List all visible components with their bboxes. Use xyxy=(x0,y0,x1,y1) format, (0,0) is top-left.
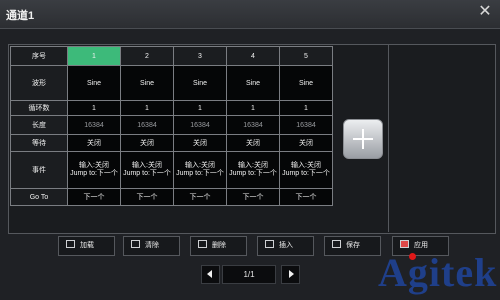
window-title: 通道1 xyxy=(6,10,35,22)
page-indicator: 1/1 xyxy=(222,265,276,284)
agitek-watermark: Agitek xyxy=(378,250,498,295)
apply-label: 应用 xyxy=(414,242,428,249)
column-header-5[interactable]: 5 xyxy=(279,46,333,66)
event-input-text: 输入:关闭 xyxy=(132,162,162,169)
insert-label: 插入 xyxy=(279,242,293,249)
cell-length-5: 16384 xyxy=(279,115,333,135)
cell-loops-5[interactable]: 1 xyxy=(279,100,333,116)
row-label-length: 长度 xyxy=(10,115,68,135)
previous-page-button[interactable] xyxy=(201,265,220,284)
cell-waveform-2[interactable]: Sine xyxy=(120,65,174,101)
event-jump-text: Jump to:下一个 xyxy=(176,170,224,177)
delete-button[interactable]: 删除 xyxy=(190,236,247,256)
column-header-2[interactable]: 2 xyxy=(120,46,174,66)
row-label-waveform: 波形 xyxy=(10,65,68,101)
delete-icon xyxy=(198,240,207,248)
apply-icon xyxy=(400,240,409,248)
cell-waveform-4[interactable]: Sine xyxy=(226,65,280,101)
save-icon xyxy=(332,240,341,248)
clear-label: 清除 xyxy=(145,242,159,249)
add-segment-button[interactable] xyxy=(343,119,383,159)
event-input-text: 输入:关闭 xyxy=(185,162,215,169)
clear-button[interactable]: 清除 xyxy=(123,236,180,256)
event-jump-text: Jump to:下一个 xyxy=(282,170,330,177)
next-page-button[interactable] xyxy=(281,265,300,284)
row-label-event: 事件 xyxy=(10,151,68,189)
row-label-loops: 循环数 xyxy=(10,100,68,116)
event-input-text: 输入:关闭 xyxy=(238,162,268,169)
table-header-row: 序号 1 2 3 4 5 xyxy=(10,46,333,66)
cell-length-4: 16384 xyxy=(226,115,280,135)
cell-waveform-5[interactable]: Sine xyxy=(279,65,333,101)
cell-goto-1[interactable]: 下一个 xyxy=(67,188,121,206)
cell-goto-3[interactable]: 下一个 xyxy=(173,188,227,206)
event-input-text: 输入:关闭 xyxy=(291,162,321,169)
event-jump-text: Jump to:下一个 xyxy=(70,170,118,177)
clear-icon xyxy=(131,240,140,248)
table-row-waveform: 波形 Sine Sine Sine Sine Sine xyxy=(10,65,333,101)
cell-loops-1[interactable]: 1 xyxy=(67,100,121,116)
panel-divider xyxy=(388,44,389,232)
table-row-length: 长度 16384 16384 16384 16384 16384 xyxy=(10,115,333,135)
row-label-wait: 等待 xyxy=(10,134,68,152)
cell-event-4[interactable]: 输入:关闭 Jump to:下一个 xyxy=(226,151,280,189)
cell-wait-3[interactable]: 关闭 xyxy=(173,134,227,152)
delete-label: 删除 xyxy=(212,242,226,249)
cell-wait-1[interactable]: 关闭 xyxy=(67,134,121,152)
cell-loops-2[interactable]: 1 xyxy=(120,100,174,116)
cell-wait-5[interactable]: 关闭 xyxy=(279,134,333,152)
cell-wait-4[interactable]: 关闭 xyxy=(226,134,280,152)
cell-event-3[interactable]: 输入:关闭 Jump to:下一个 xyxy=(173,151,227,189)
cell-event-1[interactable]: 输入:关闭 Jump to:下一个 xyxy=(67,151,121,189)
table-row-goto: Go To 下一个 下一个 下一个 下一个 下一个 xyxy=(10,188,333,206)
save-button[interactable]: 保存 xyxy=(324,236,381,256)
event-jump-text: Jump to:下一个 xyxy=(123,170,171,177)
insert-button[interactable]: 插入 xyxy=(257,236,314,256)
cell-waveform-3[interactable]: Sine xyxy=(173,65,227,101)
table-row-event: 事件 输入:关闭 Jump to:下一个 输入:关闭 Jump to:下一个 输入:… xyxy=(10,151,333,189)
load-label: 加载 xyxy=(80,242,94,249)
sequence-table: 序号 1 2 3 4 5 波形 Sine Sine Sine Sine Sine… xyxy=(10,46,333,206)
cell-loops-3[interactable]: 1 xyxy=(173,100,227,116)
column-header-label: 序号 xyxy=(10,46,68,66)
row-label-goto: Go To xyxy=(10,188,68,206)
column-header-4[interactable]: 4 xyxy=(226,46,280,66)
column-header-3[interactable]: 3 xyxy=(173,46,227,66)
cell-waveform-1[interactable]: Sine xyxy=(67,65,121,101)
cell-loops-4[interactable]: 1 xyxy=(226,100,280,116)
table-row-loops: 循环数 1 1 1 1 1 xyxy=(10,100,333,116)
watermark-dot xyxy=(409,253,416,260)
cell-goto-2[interactable]: 下一个 xyxy=(120,188,174,206)
cell-event-2[interactable]: 输入:关闭 Jump to:下一个 xyxy=(120,151,174,189)
save-label: 保存 xyxy=(346,242,360,249)
cell-wait-2[interactable]: 关闭 xyxy=(120,134,174,152)
cell-length-3: 16384 xyxy=(173,115,227,135)
cell-goto-5[interactable]: 下一个 xyxy=(279,188,333,206)
event-jump-text: Jump to:下一个 xyxy=(229,170,277,177)
cell-length-1: 16384 xyxy=(67,115,121,135)
event-input-text: 输入:关闭 xyxy=(79,162,109,169)
title-bar: 通道1 ✕ xyxy=(0,0,500,29)
load-icon xyxy=(66,240,75,248)
close-icon[interactable]: ✕ xyxy=(476,3,494,21)
table-row-wait: 等待 关闭 关闭 关闭 关闭 关闭 xyxy=(10,134,333,152)
cell-goto-4[interactable]: 下一个 xyxy=(226,188,280,206)
column-header-1[interactable]: 1 xyxy=(67,46,121,66)
cell-event-5[interactable]: 输入:关闭 Jump to:下一个 xyxy=(279,151,333,189)
cell-length-2: 16384 xyxy=(120,115,174,135)
insert-icon xyxy=(265,240,274,248)
load-button[interactable]: 加载 xyxy=(58,236,115,256)
